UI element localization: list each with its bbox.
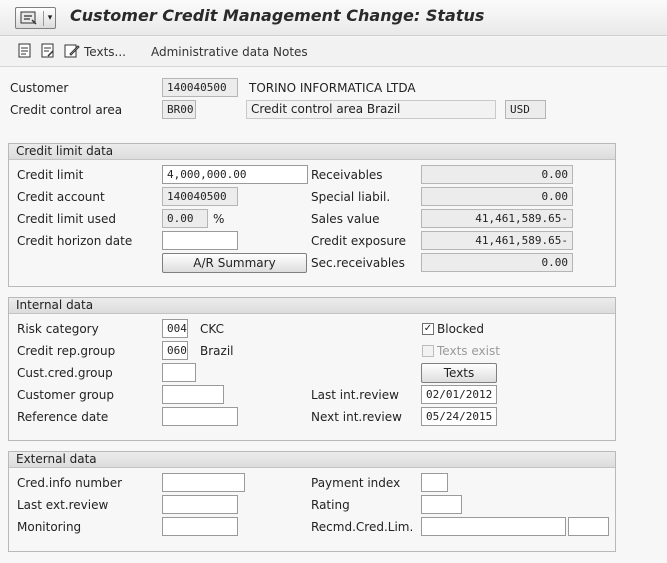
credit-limit-used-field: 0.00 bbox=[162, 209, 208, 228]
customer-label: Customer bbox=[10, 81, 69, 95]
change-document-icon[interactable] bbox=[40, 43, 56, 59]
chevron-down-icon: ▾ bbox=[43, 11, 56, 26]
receivables-field: 0.00 bbox=[421, 165, 573, 184]
recmd-cred-lim-label: Recmd.Cred.Lim. bbox=[311, 520, 414, 534]
risk-category-label: Risk category bbox=[17, 322, 99, 336]
payment-index-input[interactable] bbox=[421, 473, 448, 492]
risk-category-input[interactable]: 004 bbox=[162, 319, 188, 338]
display-document-icon[interactable] bbox=[17, 43, 33, 59]
payment-index-label: Payment index bbox=[311, 476, 401, 490]
receivables-label: Receivables bbox=[311, 168, 383, 182]
credit-control-area-label: Credit control area bbox=[10, 103, 123, 117]
texts-button[interactable]: Texts... bbox=[84, 45, 126, 59]
credit-exposure-field: 41,461,589.65- bbox=[421, 231, 573, 250]
credit-exposure-label: Credit exposure bbox=[311, 234, 407, 248]
secured-receivables-field: 0.00 bbox=[421, 253, 573, 272]
ar-summary-button[interactable]: A/R Summary bbox=[162, 253, 307, 273]
notes-button[interactable]: Notes bbox=[273, 45, 308, 59]
credit-account-label: Credit account bbox=[17, 190, 105, 204]
customer-name: TORINO INFORMATICA LTDA bbox=[249, 81, 416, 95]
monitoring-label: Monitoring bbox=[17, 520, 82, 534]
blocked-checkbox[interactable]: ✓ bbox=[422, 323, 434, 335]
customer-group-input[interactable] bbox=[162, 385, 224, 404]
credit-control-area-name: Credit control area Brazil bbox=[246, 100, 496, 119]
internal-data-title: Internal data bbox=[9, 298, 615, 314]
cred-info-number-label: Cred.info number bbox=[17, 476, 123, 490]
texts-exist-label: Texts exist bbox=[437, 344, 500, 358]
reference-date-label: Reference date bbox=[17, 410, 109, 424]
reference-date-input[interactable] bbox=[162, 407, 238, 426]
customer-field[interactable]: 140040500 bbox=[162, 78, 238, 97]
credit-limit-data-title: Credit limit data bbox=[9, 144, 615, 160]
recmd-currency-input[interactable] bbox=[568, 517, 609, 536]
credit-rep-group-label: Credit rep.group bbox=[17, 344, 116, 358]
credit-horizon-date-input[interactable] bbox=[162, 231, 238, 250]
credit-control-area-field[interactable]: BR00 bbox=[162, 100, 196, 119]
page-title: Customer Credit Management Change: Statu… bbox=[70, 6, 485, 25]
secured-receivables-label: Sec.receivables bbox=[311, 256, 405, 270]
texts-push-button[interactable]: Texts bbox=[421, 363, 497, 383]
last-ext-review-label: Last ext.review bbox=[17, 498, 109, 512]
credit-limit-label: Credit limit bbox=[17, 168, 84, 182]
cust-cred-group-input[interactable] bbox=[162, 363, 196, 382]
texts-exist-checkbox bbox=[422, 345, 434, 357]
last-ext-review-input[interactable] bbox=[162, 495, 238, 514]
special-liabilities-field: 0.00 bbox=[421, 187, 573, 206]
sales-value-label: Sales value bbox=[311, 212, 380, 226]
system-menu-button[interactable]: ▾ bbox=[15, 7, 56, 29]
blocked-label: Blocked bbox=[437, 322, 485, 336]
credit-rep-group-text: Brazil bbox=[200, 344, 234, 358]
credit-limit-input[interactable]: 4,000,000.00 bbox=[162, 165, 308, 184]
edit-texts-icon[interactable] bbox=[64, 43, 80, 59]
recmd-cred-lim-input[interactable] bbox=[421, 517, 566, 536]
rating-label: Rating bbox=[311, 498, 350, 512]
next-int-review-input[interactable]: 05/24/2015 bbox=[421, 407, 497, 426]
customer-group-label: Customer group bbox=[17, 388, 114, 402]
last-int-review-label: Last int.review bbox=[311, 388, 399, 402]
sales-value-field: 41,461,589.65- bbox=[421, 209, 573, 228]
next-int-review-label: Next int.review bbox=[311, 410, 402, 424]
cred-info-number-input[interactable] bbox=[162, 473, 245, 492]
percent-unit: % bbox=[213, 212, 225, 226]
system-menu-icon bbox=[20, 11, 37, 25]
credit-limit-used-label: Credit limit used bbox=[17, 212, 116, 226]
cust-cred-group-label: Cust.cred.group bbox=[17, 366, 113, 380]
special-liabilities-label: Special liabil. bbox=[311, 190, 391, 204]
last-int-review-input[interactable]: 02/01/2012 bbox=[421, 385, 497, 404]
credit-rep-group-input[interactable]: 060 bbox=[162, 341, 188, 360]
title-bar: ▾ Customer Credit Management Change: Sta… bbox=[0, 0, 667, 36]
currency-field: USD bbox=[505, 100, 546, 119]
credit-horizon-date-label: Credit horizon date bbox=[17, 234, 133, 248]
credit-account-field[interactable]: 140040500 bbox=[162, 187, 238, 206]
administrative-data-button[interactable]: Administrative data bbox=[151, 45, 269, 59]
application-toolbar: Texts... Administrative data Notes bbox=[0, 37, 667, 67]
monitoring-input[interactable] bbox=[162, 517, 238, 536]
external-data-title: External data bbox=[9, 452, 615, 468]
rating-input[interactable] bbox=[421, 495, 462, 514]
risk-category-text: CKC bbox=[200, 322, 224, 336]
